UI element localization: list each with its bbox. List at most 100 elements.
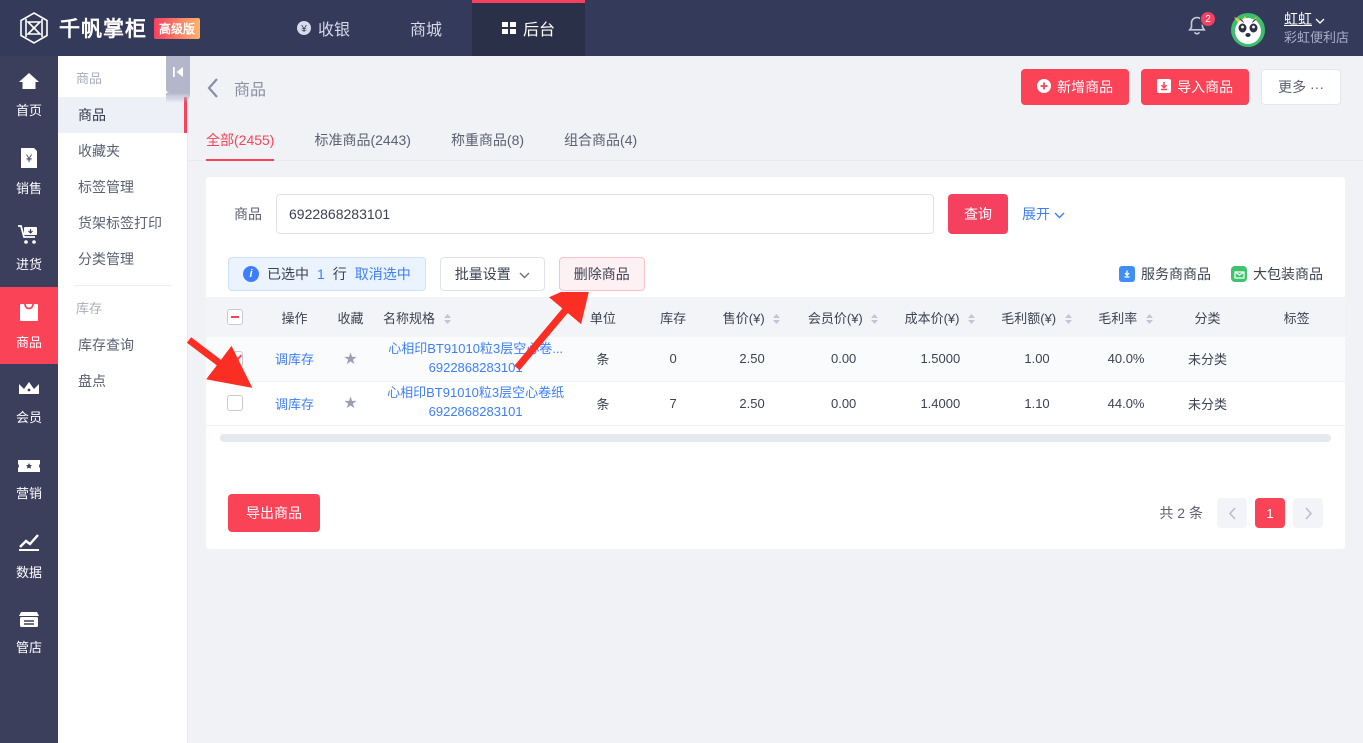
tab-standard-goods[interactable]: 标准商品(2443) [314, 130, 410, 160]
row-profit-rate-cell: 40.0% [1085, 337, 1166, 381]
next-page-button[interactable] [1293, 498, 1323, 528]
goods-barcode-link[interactable]: 6922868283101 [383, 403, 568, 422]
row-category-cell: 未分类 [1167, 381, 1248, 425]
goods-name-link[interactable]: 心相印BT91010粒3层空心卷... [383, 340, 568, 359]
column-header-profit-rate[interactable]: 毛利率 [1085, 297, 1166, 337]
more-actions-button[interactable]: 更多 ··· [1261, 69, 1341, 105]
column-header-op[interactable]: 操作 [263, 297, 326, 337]
submenu-label: 库存查询 [78, 335, 134, 355]
panel-footer: 导出商品 共 2 条 1 [206, 477, 1345, 549]
sort-icon[interactable] [1145, 313, 1154, 325]
column-label: 毛利额(¥) [1001, 311, 1056, 326]
tab-combo-goods[interactable]: 组合商品(4) [564, 130, 637, 160]
row-checkbox[interactable] [227, 351, 243, 367]
sidebar-collapse-toggle[interactable] [166, 56, 190, 93]
column-header-member-price[interactable]: 会员价(¥) [795, 297, 892, 337]
add-goods-button[interactable]: 新增商品 [1021, 69, 1129, 105]
brand-area[interactable]: 千帆掌柜 高级版 [0, 10, 220, 46]
search-button[interactable]: 查询 [948, 194, 1008, 234]
user-name-menu[interactable]: 虹虹 [1284, 10, 1349, 29]
avatar[interactable] [1226, 6, 1270, 50]
sidebar-item-marketing[interactable]: 营销 [0, 441, 58, 518]
notifications-button[interactable]: 2 [1184, 14, 1212, 42]
column-header-profit[interactable]: 毛利额(¥) [989, 297, 1086, 337]
submenu-item-stock-query[interactable]: 库存查询 [58, 327, 187, 363]
submenu-item-tag-management[interactable]: 标签管理 [58, 169, 187, 205]
cancel-selection-link[interactable]: 取消选中 [355, 264, 411, 284]
table-body: 调库存 ★ 心相印BT91010粒3层空心卷... 6922868283101 … [206, 337, 1345, 425]
sort-icon[interactable] [772, 313, 781, 325]
table-row[interactable]: 调库存 ★ 心相印BT91010粒3层空心卷纸 6922868283101 条 … [206, 381, 1345, 425]
legend-label: 服务商商品 [1141, 264, 1211, 284]
column-header-fav[interactable]: 收藏 [326, 297, 375, 337]
column-header-stock[interactable]: 库存 [638, 297, 709, 337]
adjust-stock-link[interactable]: 调库存 [275, 397, 314, 412]
column-header-name[interactable]: 名称规格 [375, 297, 568, 337]
expand-filters-link[interactable]: 展开 [1022, 204, 1065, 224]
goods-table: 操作 收藏 名称规格 单位 库存 售价(¥) [206, 297, 1345, 426]
sort-icon[interactable] [967, 313, 976, 325]
submenu-item-category-management[interactable]: 分类管理 [58, 241, 187, 277]
column-header-unit[interactable]: 单位 [568, 297, 637, 337]
row-tag-cell [1248, 337, 1345, 381]
topnav-item-mall[interactable]: 商城 [380, 0, 472, 56]
topnav-item-backend[interactable]: 后台 [472, 0, 585, 56]
tab-label: 组合商品(4) [564, 132, 637, 148]
adjust-stock-link[interactable]: 调库存 [275, 352, 314, 367]
legend-label: 大包装商品 [1253, 264, 1323, 284]
sidebar-item-member[interactable]: 会员 [0, 364, 58, 441]
column-header-cost-price[interactable]: 成本价(¥) [892, 297, 989, 337]
sidebar-item-sales[interactable]: ¥ 销售 [0, 133, 58, 210]
page-title: 商品 [234, 76, 266, 100]
sidebar-label: 会员 [16, 407, 42, 426]
back-icon[interactable] [206, 77, 220, 99]
column-label: 标签 [1284, 311, 1310, 326]
horizontal-scrollbar[interactable] [220, 434, 1331, 442]
topnav-label: 商城 [410, 16, 442, 40]
page-number-1[interactable]: 1 [1255, 498, 1285, 528]
row-name-cell: 心相印BT91010粒3层空心卷纸 6922868283101 [375, 381, 568, 425]
top-navigation: ¥ 收银 商城 后台 [266, 0, 585, 56]
row-checkbox[interactable] [227, 395, 243, 411]
user-name-label: 虹虹 [1284, 10, 1312, 29]
filter-bar: 商品 查询 展开 [206, 177, 1345, 251]
grid-icon [502, 21, 517, 36]
delete-goods-button[interactable]: 删除商品 [559, 257, 645, 291]
batch-settings-button[interactable]: 批量设置 [440, 257, 545, 291]
star-icon[interactable]: ★ [343, 395, 357, 412]
sidebar-label: 销售 [16, 178, 42, 197]
submenu-item-stocktaking[interactable]: 盘点 [58, 363, 187, 399]
column-header-category[interactable]: 分类 [1167, 297, 1248, 337]
sidebar-item-store[interactable]: 管店 [0, 595, 58, 672]
sidebar-item-home[interactable]: 首页 [0, 56, 58, 133]
bag-icon [18, 301, 40, 328]
star-icon[interactable]: ★ [343, 351, 357, 368]
column-header-price[interactable]: 售价(¥) [709, 297, 796, 337]
goods-name-link[interactable]: 心相印BT91010粒3层空心卷纸 [383, 384, 568, 403]
sidebar-item-purchase[interactable]: 进货 [0, 210, 58, 287]
prev-page-button[interactable] [1217, 498, 1247, 528]
import-goods-button[interactable]: 导入商品 [1141, 69, 1249, 105]
sidebar-item-goods[interactable]: 商品 [0, 287, 58, 364]
sort-icon[interactable] [1064, 313, 1073, 325]
table-row[interactable]: 调库存 ★ 心相印BT91010粒3层空心卷... 6922868283101 … [206, 337, 1345, 381]
export-goods-button[interactable]: 导出商品 [228, 494, 320, 532]
sort-icon[interactable] [870, 313, 879, 325]
search-input[interactable] [276, 194, 934, 234]
chevron-down-icon [519, 266, 530, 282]
submenu-item-favorites[interactable]: 收藏夹 [58, 133, 187, 169]
goods-barcode-link[interactable]: 6922868283101 [383, 359, 568, 378]
select-all-checkbox[interactable] [227, 309, 243, 325]
bulk-package-icon [1231, 266, 1247, 282]
tab-label: 称重商品(8) [451, 132, 524, 148]
topnav-item-cashier[interactable]: ¥ 收银 [266, 0, 380, 56]
tab-all[interactable]: 全部(2455) [206, 130, 274, 160]
selected-count: 1 [317, 266, 325, 282]
column-header-tag[interactable]: 标签 [1248, 297, 1345, 337]
tab-weighed-goods[interactable]: 称重商品(8) [451, 130, 524, 160]
sidebar-item-data[interactable]: 数据 [0, 518, 58, 595]
legend-supplier-goods: 服务商商品 [1119, 264, 1211, 284]
sort-icon[interactable] [443, 313, 452, 325]
submenu-item-shelf-label-print[interactable]: 货架标签打印 [58, 205, 187, 241]
cart-icon [17, 224, 41, 250]
